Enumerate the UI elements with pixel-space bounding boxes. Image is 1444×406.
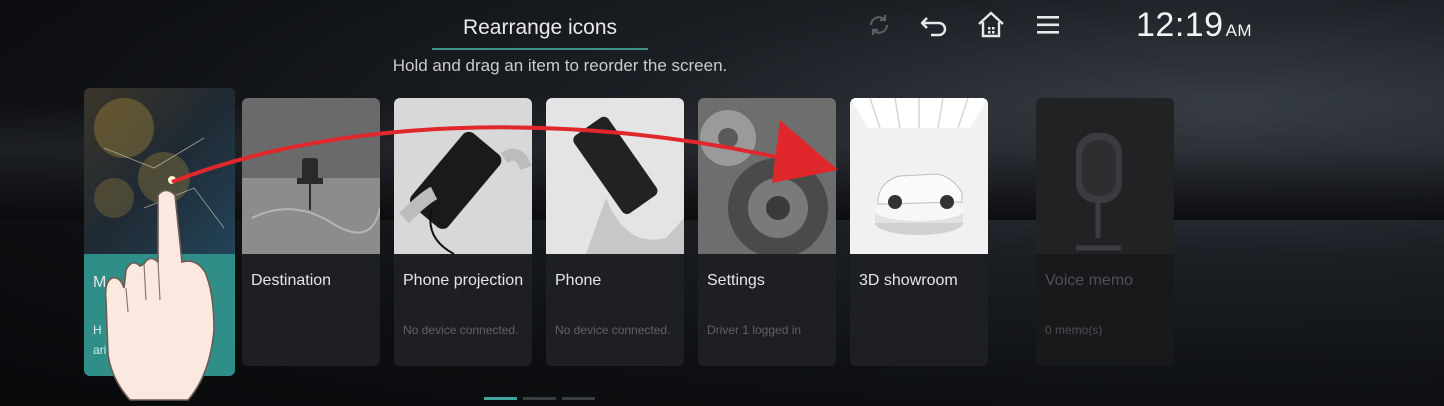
- page-dot[interactable]: [523, 397, 556, 400]
- page-dot-active[interactable]: [484, 397, 517, 400]
- hand-pointer-icon: [104, 189, 215, 401]
- page-dot[interactable]: [562, 397, 595, 400]
- page-indicator: [484, 397, 595, 400]
